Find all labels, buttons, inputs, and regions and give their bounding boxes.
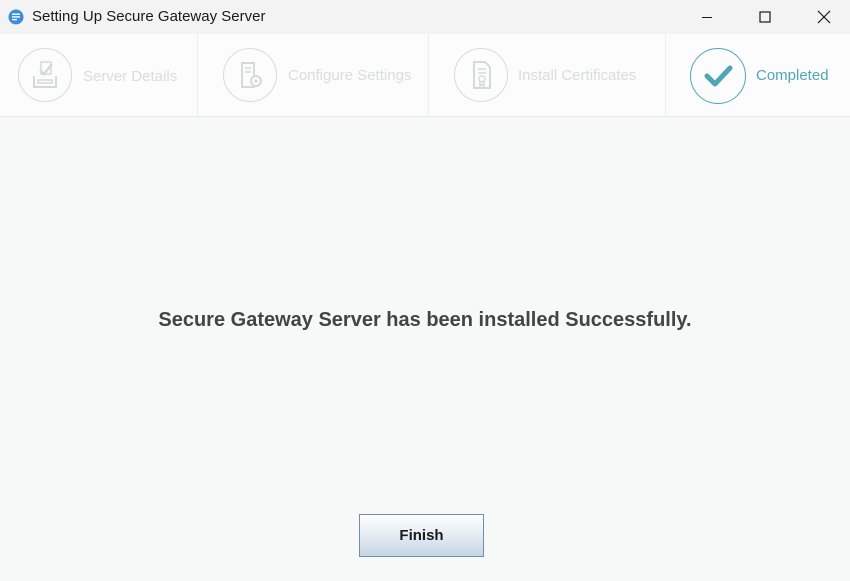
step-label: Server Details	[83, 68, 178, 85]
configure-settings-icon	[241, 62, 262, 88]
finish-button[interactable]: Finish	[359, 514, 484, 557]
minimize-icon	[702, 17, 712, 18]
minimize-button[interactable]	[678, 0, 736, 34]
step-circle	[18, 48, 72, 102]
title-bar: Setting Up Secure Gateway Server	[0, 0, 850, 34]
install-certificates-icon	[473, 61, 491, 89]
close-icon	[817, 10, 831, 24]
step-label: Install Certificates	[518, 67, 637, 84]
step-label: Completed	[756, 67, 829, 84]
step-circle	[690, 48, 746, 104]
step-label: Configure Settings	[288, 67, 412, 84]
app-icon	[8, 9, 24, 25]
server-details-icon	[33, 61, 57, 88]
step-configure-settings: Configure Settings	[198, 34, 428, 116]
maximize-button[interactable]	[736, 0, 794, 34]
step-install-certificates: Install Certificates	[429, 34, 665, 116]
step-circle	[223, 48, 277, 102]
setup-steps: Server Details Configure Settings Instal…	[0, 34, 850, 117]
success-message: Secure Gateway Server has been installed…	[158, 309, 692, 331]
close-button[interactable]	[795, 0, 850, 34]
step-circle	[454, 48, 508, 102]
maximize-icon	[759, 11, 771, 23]
checkmark-icon	[704, 65, 733, 87]
step-server-details: Server Details	[0, 34, 197, 116]
step-completed: Completed	[666, 34, 850, 116]
window-title: Setting Up Secure Gateway Server	[32, 8, 266, 25]
